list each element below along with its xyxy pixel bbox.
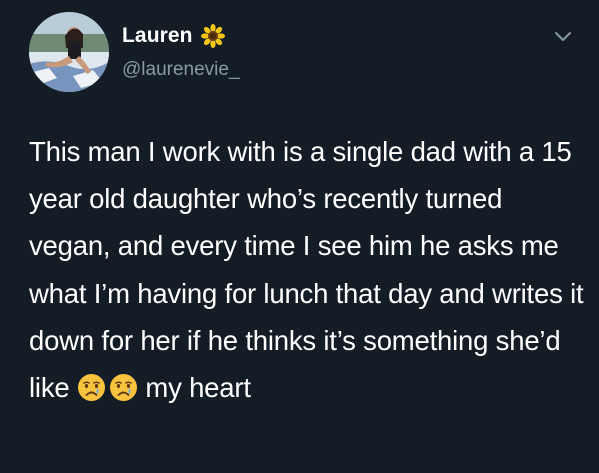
crying-face-icon xyxy=(109,369,138,402)
tweet-text: This man I work with is a single dad wit… xyxy=(29,128,584,411)
crying-face-icon xyxy=(77,369,106,402)
tweet-text-main: This man I work with is a single dad wit… xyxy=(29,136,584,404)
avatar[interactable] xyxy=(29,12,109,92)
tweet-card[interactable]: Lauren @laurenevie_ This man I work with… xyxy=(0,0,599,473)
sunflower-icon xyxy=(200,24,225,48)
tweet-text-end: my heart xyxy=(145,372,251,404)
chevron-down-icon[interactable] xyxy=(553,30,573,44)
display-name[interactable]: Lauren xyxy=(122,24,193,48)
user-handle[interactable]: @laurenevie_ xyxy=(122,59,240,81)
author-name-row: Lauren xyxy=(122,24,225,48)
